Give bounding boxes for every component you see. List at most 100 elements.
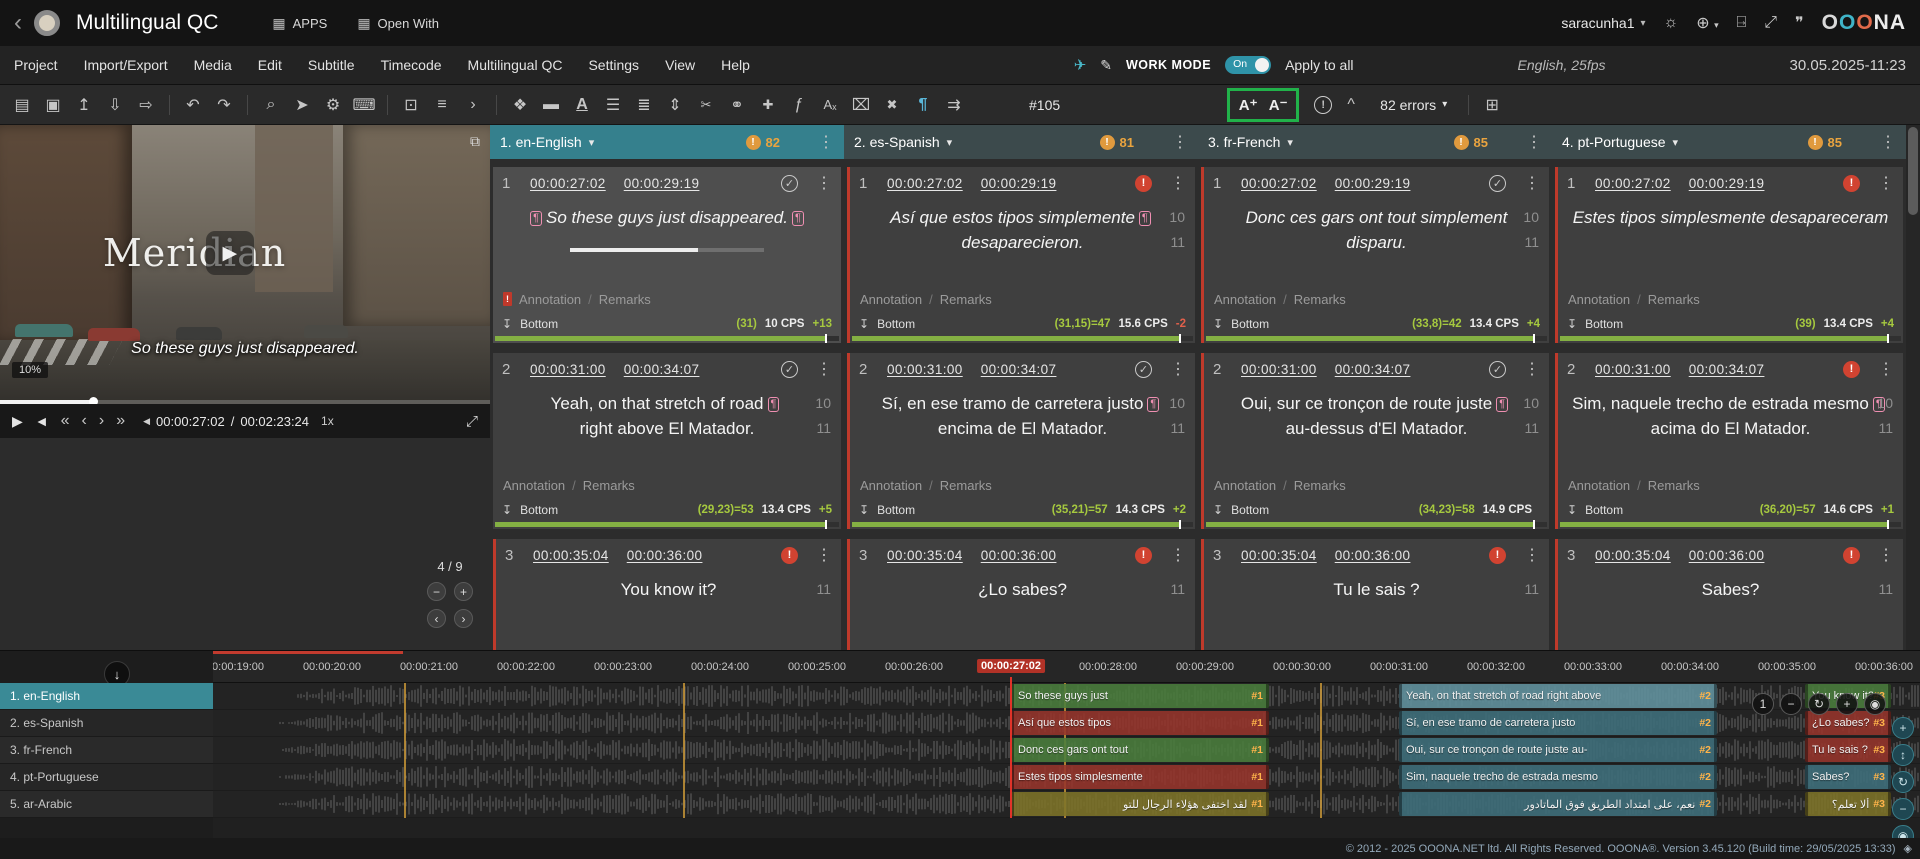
line-spacing-icon[interactable]: ⇕ — [663, 92, 687, 118]
layers-icon[interactable]: ❖ — [508, 92, 532, 118]
view-options-icon[interactable]: ◉ — [1864, 693, 1886, 715]
search-icon[interactable]: ⌕ — [259, 92, 283, 118]
pager-minus-button[interactable]: − — [427, 582, 446, 601]
error-badge[interactable]: ! 82 — [746, 135, 780, 150]
undo-icon[interactable]: ↶ — [181, 92, 205, 118]
cue-in-time[interactable]: 00:00:31:00 — [1241, 362, 1317, 377]
logout-icon[interactable]: ⍈ — [1737, 14, 1747, 32]
rewind-button[interactable]: « — [61, 412, 70, 430]
cue-menu-icon[interactable]: ⋮ — [1524, 545, 1540, 565]
pilcrow-toggle-icon[interactable]: ¶ — [911, 92, 935, 118]
timeline-cue-block[interactable]: Sí, en ese tramo de carretera justo#2 — [1399, 711, 1717, 735]
timeline-cue-block[interactable]: Estes tipos simplesmente#1 — [1011, 765, 1269, 789]
cue-menu-icon[interactable]: ⋮ — [816, 359, 832, 379]
menu-settings[interactable]: Settings — [588, 57, 639, 73]
cue-out-time[interactable]: 00:00:34:07 — [1689, 362, 1765, 377]
cue-card[interactable]: 1 00:00:27:02 00:00:29:19 ✓ ⋮ Donc ces g… — [1201, 167, 1549, 343]
track-label-pt[interactable]: 4. pt-Portuguese — [0, 764, 213, 791]
cue-status-error-icon[interactable]: ! — [1135, 547, 1152, 564]
cue-menu-icon[interactable]: ⋮ — [1170, 545, 1186, 565]
cue-menu-icon[interactable]: ⋮ — [1878, 545, 1894, 565]
cue-in-time[interactable]: 00:00:27:02 — [1595, 176, 1671, 191]
support-icon[interactable]: ◈ — [1904, 842, 1912, 855]
pip-icon[interactable]: ⧉ — [470, 133, 480, 150]
monitor-icon[interactable]: ⊡ — [399, 92, 423, 118]
cue-status-ok-icon[interactable]: ✓ — [1489, 361, 1506, 378]
cue-out-time[interactable]: 00:00:29:19 — [1335, 176, 1411, 191]
cue-text-line[interactable]: Así que estos tipos simplemente — [890, 208, 1135, 227]
playback-speed[interactable]: 1x — [321, 414, 334, 428]
language-globe-icon[interactable]: ⊕ ▾ — [1696, 13, 1718, 33]
keyboard-icon[interactable]: ⌨ — [352, 92, 376, 118]
timeline-cue-block[interactable]: Tu le sais ?#3 — [1805, 738, 1891, 762]
delete-cue-icon[interactable]: ✖ — [880, 92, 904, 118]
error-badge[interactable]: ! 85 — [1454, 135, 1488, 150]
remarks-link[interactable]: Remarks — [1294, 292, 1346, 307]
remarks-link[interactable]: Remarks — [940, 292, 992, 307]
seek-handle[interactable] — [89, 397, 98, 404]
cue-card[interactable]: 3 00:00:35:04 00:00:36:00 ! ⋮ You know i… — [493, 539, 841, 650]
video-player[interactable]: Meridian ▶ So these guys just disappeare… — [0, 125, 490, 438]
cue-out-time[interactable]: 00:00:34:07 — [981, 362, 1057, 377]
cue-status-error-icon[interactable]: ! — [1843, 547, 1860, 564]
step-back-button[interactable]: ‹ — [82, 412, 87, 430]
zoom-out-button[interactable]: − — [1892, 798, 1914, 820]
errors-warning-icon[interactable]: ! — [1314, 96, 1332, 114]
seek-bar[interactable] — [0, 400, 490, 404]
remarks-link[interactable]: Remarks — [940, 478, 992, 493]
cue-out-time[interactable]: 00:00:29:19 — [1689, 176, 1765, 191]
cue-text-line[interactable]: Tu le sais ? — [1333, 580, 1419, 599]
cue-text-line[interactable]: Sim, naquele trecho de estrada mesmo — [1572, 394, 1869, 413]
grid-select-icon[interactable]: ⊞ — [1480, 92, 1504, 118]
annotation-link[interactable]: Annotation — [860, 292, 922, 307]
cue-card[interactable]: 1 00:00:27:02 00:00:29:19 ! ⋮ Estes tipo… — [1555, 167, 1903, 343]
open-project-icon[interactable]: ▤ — [10, 92, 34, 118]
advance-icon[interactable]: › — [461, 92, 485, 118]
apps-button[interactable]: ▦ APPS — [272, 15, 327, 32]
timeline-cue-block[interactable]: Así que estos tipos#1 — [1011, 711, 1269, 735]
cue-in-time[interactable]: 00:00:27:02 — [530, 176, 606, 191]
error-badge[interactable]: ! 81 — [1100, 135, 1134, 150]
pager-next-button[interactable]: › — [454, 609, 473, 628]
edit-pencil-icon[interactable]: ✎ — [1100, 57, 1112, 74]
zoom-in-icon[interactable]: + — [1836, 693, 1858, 715]
import-icon[interactable]: ↥ — [72, 92, 96, 118]
cue-text-line[interactable]: acima do El Matador. — [1651, 419, 1811, 438]
cue-status-ok-icon[interactable]: ✓ — [781, 361, 798, 378]
menu-project[interactable]: Project — [14, 57, 58, 73]
cue-menu-icon[interactable]: ⋮ — [1524, 173, 1540, 193]
menu-view[interactable]: View — [665, 57, 695, 73]
cue-status-ok-icon[interactable]: ✓ — [781, 175, 798, 192]
plane-icon[interactable]: ✈ — [1074, 56, 1087, 74]
column-menu-icon[interactable]: ⋮ — [1526, 132, 1542, 152]
cue-menu-icon[interactable]: ⋮ — [1878, 173, 1894, 193]
pager-plus-button[interactable]: + — [454, 582, 473, 601]
align-justify-icon[interactable]: ≣ — [632, 92, 656, 118]
annotation-link[interactable]: Annotation — [1568, 292, 1630, 307]
annotation-link[interactable]: Annotation — [1214, 292, 1276, 307]
cue-text-line[interactable]: au-dessus d'El Matador. — [1286, 419, 1468, 438]
cue-out-time[interactable]: 00:00:36:00 — [981, 548, 1057, 563]
language-select-es[interactable]: 2. es-Spanish ▾ ! 81 ⋮ — [844, 125, 1198, 159]
font-decrease-icon[interactable]: A⁻ — [1266, 92, 1290, 118]
cue-menu-icon[interactable]: ⋮ — [1170, 359, 1186, 379]
font-style-icon[interactable]: A — [570, 92, 594, 118]
cue-card[interactable]: 2 00:00:31:00 00:00:34:07 ✓ ⋮ Yeah, on t… — [493, 353, 841, 529]
timeline-ruler[interactable]: 00:00:19:00 00:00:20:00 00:00:21:00 00:0… — [213, 651, 1920, 683]
cue-text-line[interactable]: right above El Matador. — [580, 419, 755, 438]
effects-icon[interactable]: ƒ — [787, 92, 811, 118]
cue-text-line[interactable]: disparu. — [1346, 233, 1406, 252]
menu-timecode[interactable]: Timecode — [381, 57, 442, 73]
language-select-fr[interactable]: 3. fr-French ▾ ! 85 ⋮ — [1198, 125, 1552, 159]
timeline-cue-block[interactable]: ألا تعلم؟#3 — [1805, 792, 1891, 816]
multiline-icon[interactable]: ⇉ — [942, 92, 966, 118]
step-forward-button[interactable]: › — [99, 412, 104, 430]
cue-out-time[interactable]: 00:00:29:19 — [624, 176, 700, 191]
remarks-link[interactable]: Remarks — [1294, 478, 1346, 493]
hint-bulb-icon[interactable]: ☼ — [1664, 14, 1679, 32]
column-menu-icon[interactable]: ⋮ — [1172, 132, 1188, 152]
remarks-link[interactable]: Remarks — [599, 292, 651, 307]
menu-help[interactable]: Help — [721, 57, 750, 73]
cue-out-time[interactable]: 00:00:36:00 — [627, 548, 703, 563]
zoom-in-button[interactable]: + — [1892, 717, 1914, 739]
